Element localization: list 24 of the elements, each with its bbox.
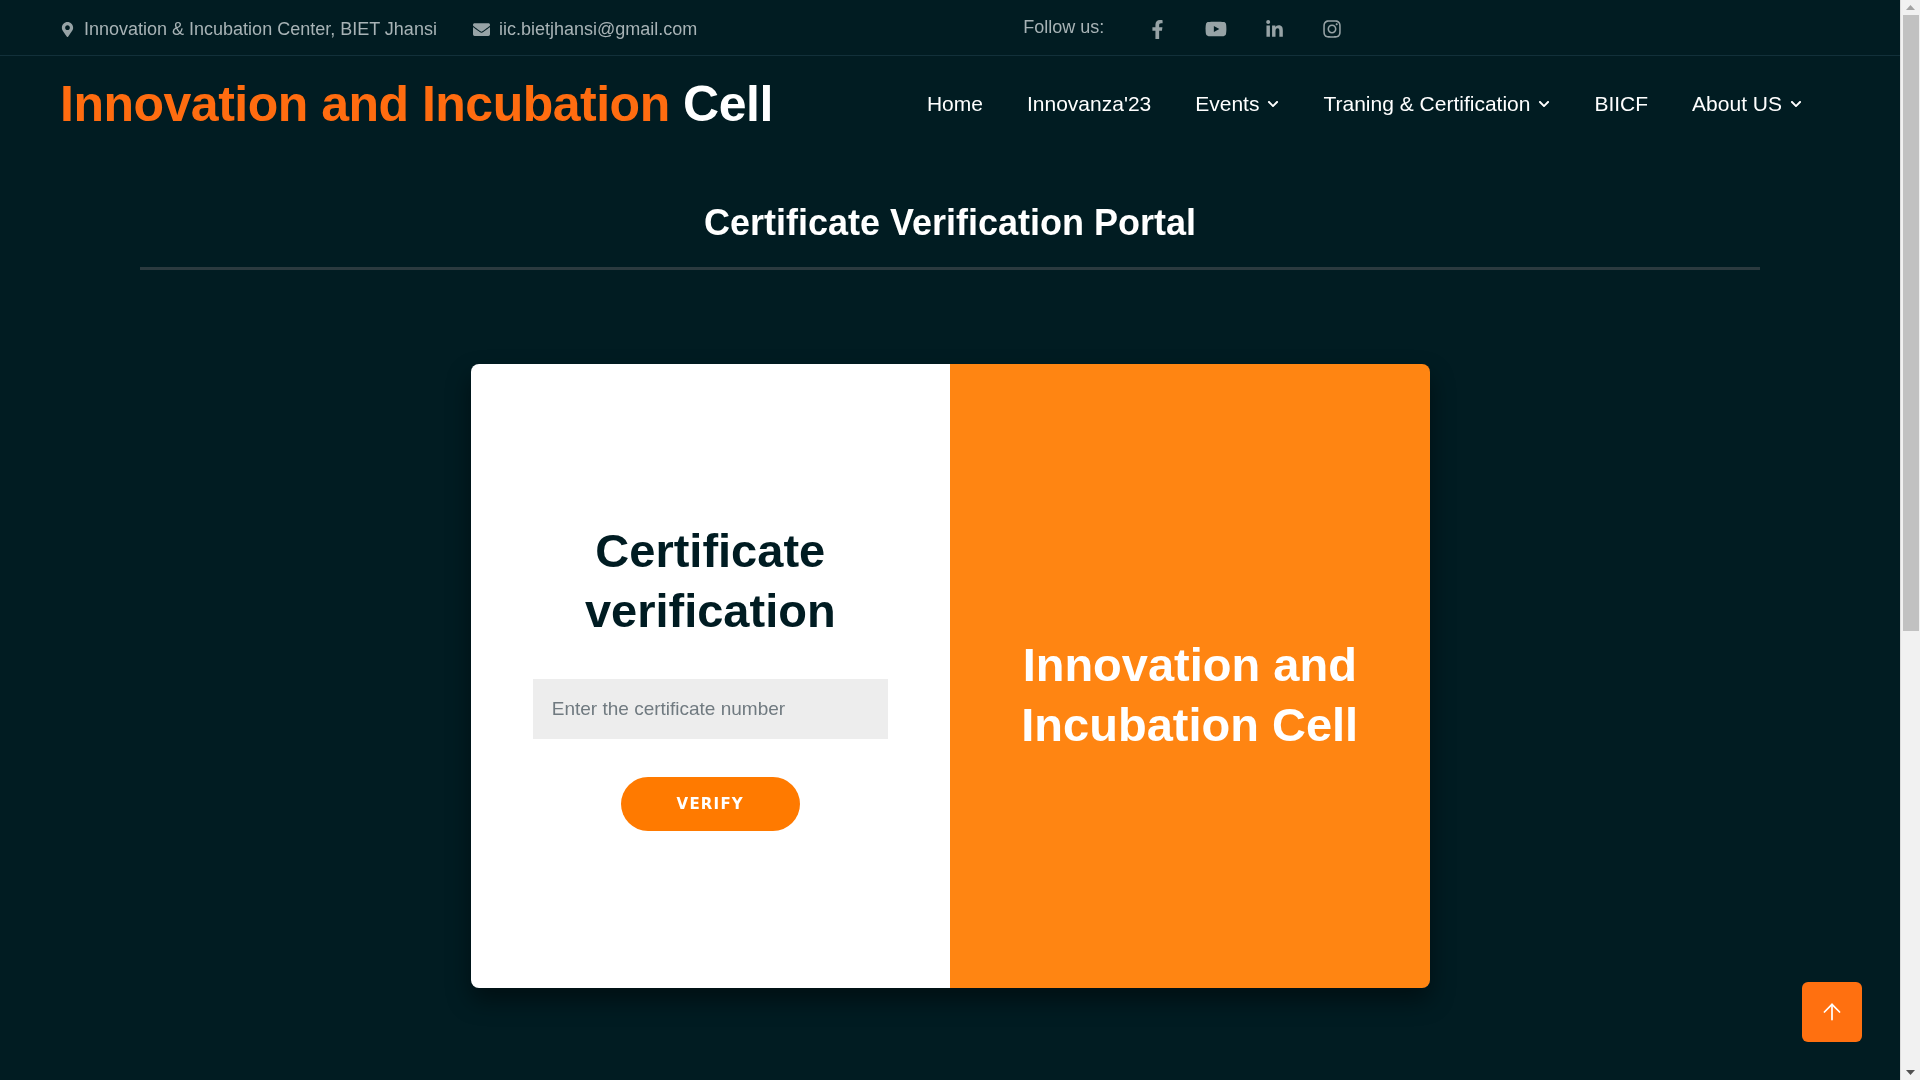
nav-link[interactable]: Events — [1195, 92, 1280, 116]
form-heading: Certificate verification — [583, 523, 837, 639]
page-title: Certificate Verification Portal — [703, 202, 1197, 244]
site-logo[interactable]: Innovation and Incubation Cell — [60, 75, 773, 133]
nav-link[interactable]: Traning & Certification — [1323, 92, 1551, 116]
nav-link[interactable]: Innovanza'23 — [1026, 92, 1152, 116]
nav-link[interactable]: Home — [926, 92, 983, 116]
location-pin-icon — [60, 22, 75, 37]
envelope-icon — [472, 21, 490, 38]
email-text: iic.bietjhansi@gmail.com — [498, 19, 698, 40]
instagram-icon[interactable] — [1322, 19, 1343, 39]
address-text: Innovation & Incubation Center, BIET Jhansi — [84, 19, 437, 40]
nav-link[interactable]: About US — [1692, 92, 1802, 116]
scrollbar-thumb[interactable] — [1902, 15, 1919, 631]
brand-text: Innovation and Incubation Cell — [1020, 637, 1360, 753]
scroll-down-arrow-icon[interactable] — [1906, 1070, 1915, 1075]
linkedin-icon[interactable] — [1265, 19, 1285, 39]
chevron-down-icon — [1538, 98, 1551, 110]
follow-us-label: Follow us: — [1023, 17, 1105, 38]
nav-link[interactable]: BIICF — [1594, 92, 1649, 116]
scrollbar[interactable] — [1900, 0, 1920, 1080]
certificate-number-input[interactable]: Enter the certificate number — [532, 679, 888, 739]
chevron-down-icon — [1267, 98, 1280, 110]
chevron-down-icon — [1790, 98, 1802, 110]
